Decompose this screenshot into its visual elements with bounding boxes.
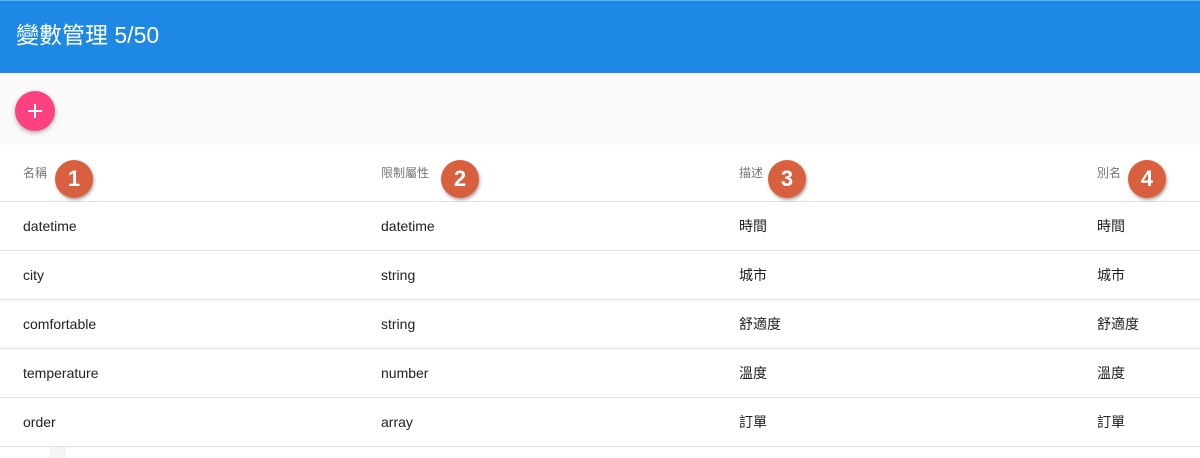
cell-name: city [23, 267, 44, 283]
cell-alias: 時間 [1097, 218, 1125, 234]
annotation-marker: 1 [55, 160, 93, 198]
cell-description: 訂單 [739, 414, 767, 430]
table-row[interactable]: comfortable string 舒適度 舒適度 [0, 300, 1200, 349]
table-row[interactable]: datetime datetime 時間 時間 [0, 202, 1200, 251]
cell-description: 時間 [739, 218, 767, 234]
scroll-area-edge [50, 447, 66, 458]
cell-name: comfortable [23, 316, 97, 332]
variables-table: 名稱 1 限制屬性 2 描述 3 別名 4 datetime datetime … [0, 145, 1200, 447]
column-header-alias[interactable]: 別名 [1097, 145, 1121, 201]
cell-alias: 舒適度 [1097, 316, 1139, 332]
annotation-marker: 3 [768, 160, 806, 198]
cell-name: datetime [23, 218, 77, 234]
cell-description: 城市 [739, 267, 767, 283]
toolbar [0, 73, 1200, 145]
table-row[interactable]: city string 城市 城市 [0, 251, 1200, 300]
annotation-marker: 4 [1128, 160, 1166, 198]
cell-restriction: string [381, 267, 416, 283]
annotation-marker: 2 [441, 160, 479, 198]
app-header: 變數管理 5/50 [0, 0, 1200, 73]
column-header-name[interactable]: 名稱 [23, 145, 47, 201]
column-header-restriction[interactable]: 限制屬性 [381, 145, 429, 201]
table-row[interactable]: temperature number 溫度 溫度 [0, 349, 1200, 398]
cell-restriction: datetime [381, 218, 435, 234]
cell-restriction: array [381, 414, 413, 430]
cell-alias: 城市 [1097, 267, 1125, 283]
cell-name: order [23, 414, 56, 430]
cell-description: 舒適度 [739, 316, 781, 332]
cell-name: temperature [23, 365, 99, 381]
plus-icon [28, 104, 42, 118]
table-row[interactable]: order array 訂單 訂單 [0, 398, 1200, 447]
column-header-description[interactable]: 描述 [739, 145, 763, 201]
cell-restriction: number [381, 365, 429, 381]
cell-alias: 訂單 [1097, 414, 1125, 430]
cell-description: 溫度 [739, 365, 767, 381]
page-title: 變數管理 5/50 [16, 22, 160, 48]
add-variable-button[interactable] [15, 91, 55, 131]
cell-restriction: string [381, 316, 416, 332]
table-header-row: 名稱 1 限制屬性 2 描述 3 別名 4 [0, 145, 1200, 202]
cell-alias: 溫度 [1097, 365, 1125, 381]
